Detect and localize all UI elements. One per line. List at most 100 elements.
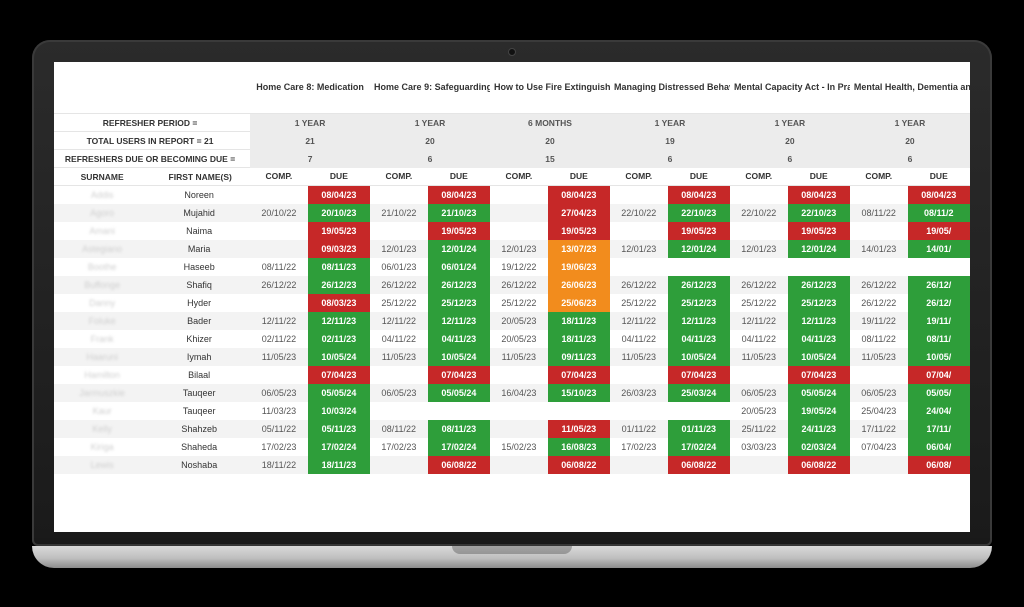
due-cell: 12/11/23: [428, 312, 490, 330]
due-cell: 09/11/23: [548, 348, 610, 366]
due-cell: 16/08/23: [548, 438, 610, 456]
period-cell: 6 MONTHS: [490, 114, 610, 132]
due-cell: 26/12/23: [308, 276, 370, 294]
course-header: How to Use Fire Extinguishers: [490, 62, 610, 114]
firstname-header[interactable]: FIRST NAME(S): [146, 168, 250, 186]
due-cell: 06/08/22: [788, 456, 850, 474]
due-header[interactable]: DUE: [548, 168, 610, 186]
due-cell: 19/05/23: [668, 222, 730, 240]
due-cell: 19/05/23: [308, 222, 370, 240]
completion-cell: 12/11/22: [730, 312, 788, 330]
table-row[interactable]: JarmuszkieTauqeer06/05/2305/05/2406/05/2…: [54, 384, 970, 402]
due-header[interactable]: DUE: [668, 168, 730, 186]
comp-header[interactable]: COMP.: [610, 168, 668, 186]
completion-cell: [490, 204, 548, 222]
due-cell: 07/04/23: [788, 366, 850, 384]
table-row[interactable]: LewisNoshaba18/11/2218/11/2306/08/2206/0…: [54, 456, 970, 474]
table-row[interactable]: AddisNoreen08/04/2308/04/2308/04/2308/04…: [54, 186, 970, 204]
surname-header[interactable]: SURNAME: [54, 168, 146, 186]
due-cell: 19/05/23: [428, 222, 490, 240]
comp-header[interactable]: COMP.: [250, 168, 308, 186]
due-cell: 08/04/23: [428, 186, 490, 204]
due-cell: 25/12/23: [668, 294, 730, 312]
course-header: Managing Distressed Behaviour: [610, 62, 730, 114]
completion-cell: 08/11/22: [850, 204, 908, 222]
completion-cell: 12/01/23: [730, 240, 788, 258]
completion-cell: [490, 456, 548, 474]
refresher-period-label: REFRESHER PERIOD =: [54, 114, 250, 132]
completion-cell: 04/11/22: [730, 330, 788, 348]
due-cell: 06/08/: [908, 456, 970, 474]
table-header: Home Care 8: Medication Home Care 9: Saf…: [54, 62, 970, 186]
due-cell: 10/05/24: [668, 348, 730, 366]
completion-cell: 11/05/23: [610, 348, 668, 366]
course-header: Mental Health, Dementia and Learning Dis…: [850, 62, 970, 114]
due-header[interactable]: DUE: [308, 168, 370, 186]
completion-cell: 04/11/22: [370, 330, 428, 348]
due-cell: 26/12/: [908, 294, 970, 312]
table-row[interactable]: AgoroMujahid20/10/2220/10/2321/10/2221/1…: [54, 204, 970, 222]
completion-cell: 25/12/22: [610, 294, 668, 312]
table-row[interactable]: BuffongeShafiq26/12/2226/12/2326/12/2226…: [54, 276, 970, 294]
table-row[interactable]: BootheHaseeb08/11/2208/11/2306/01/2306/0…: [54, 258, 970, 276]
comp-header[interactable]: COMP.: [370, 168, 428, 186]
completion-cell: 25/04/23: [850, 402, 908, 420]
due-cell: 19/06/23: [548, 258, 610, 276]
due-header[interactable]: DUE: [908, 168, 970, 186]
due-cell: 02/11/23: [308, 330, 370, 348]
table-row[interactable]: KaurTauqeer11/03/2310/03/2420/05/2319/05…: [54, 402, 970, 420]
completion-cell: [370, 186, 428, 204]
comp-header[interactable]: COMP.: [850, 168, 908, 186]
table-row[interactable]: HamiltonBilaal07/04/2307/04/2307/04/2307…: [54, 366, 970, 384]
due-cell: 08/04/23: [788, 186, 850, 204]
due-header[interactable]: DUE: [428, 168, 490, 186]
due-cell: 24/04/: [908, 402, 970, 420]
comp-header[interactable]: COMP.: [490, 168, 548, 186]
table-row[interactable]: DannyHyder08/03/2325/12/2225/12/2325/12/…: [54, 294, 970, 312]
completion-cell: 20/10/22: [250, 204, 308, 222]
due-header[interactable]: DUE: [788, 168, 850, 186]
completion-cell: [610, 186, 668, 204]
firstname-cell: Shafiq: [146, 276, 250, 294]
completion-cell: 17/02/23: [610, 438, 668, 456]
screen-content: Home Care 8: Medication Home Care 9: Saf…: [54, 62, 970, 532]
due-cell: 10/03/24: [308, 402, 370, 420]
due-cell: 08/03/23: [308, 294, 370, 312]
firstname-cell: Noshaba: [146, 456, 250, 474]
completion-cell: 16/04/23: [490, 384, 548, 402]
surname-cell: Lewis: [54, 456, 146, 474]
due-cell: 09/03/23: [308, 240, 370, 258]
due-cell: 12/11/23: [668, 312, 730, 330]
due-cell: 12/01/24: [428, 240, 490, 258]
completion-cell: [490, 222, 548, 240]
table-row[interactable]: KellyShahzeb05/11/2205/11/2308/11/2208/1…: [54, 420, 970, 438]
table-row[interactable]: HaaruniIymah11/05/2310/05/2411/05/2310/0…: [54, 348, 970, 366]
refreshers-due-row: REFRESHERS DUE OR BECOMING DUE = 7 6 15 …: [54, 150, 970, 168]
comp-header[interactable]: COMP.: [730, 168, 788, 186]
completion-cell: [610, 258, 668, 276]
table-row[interactable]: KirigaShaheda17/02/2317/02/2417/02/2317/…: [54, 438, 970, 456]
completion-cell: 25/12/22: [730, 294, 788, 312]
table-row[interactable]: FolukeBader12/11/2212/11/2312/11/2212/11…: [54, 312, 970, 330]
firstname-cell: Naima: [146, 222, 250, 240]
due-cell: 05/05/24: [788, 384, 850, 402]
due-cell: 17/11/: [908, 420, 970, 438]
completion-cell: 22/10/22: [610, 204, 668, 222]
table-row[interactable]: AstegianoMaria09/03/2312/01/2312/01/2412…: [54, 240, 970, 258]
period-cell: 1 YEAR: [730, 114, 850, 132]
refreshers-due-label: REFRESHERS DUE OR BECOMING DUE =: [54, 150, 250, 168]
table-row[interactable]: FrankKhizer02/11/2202/11/2304/11/2204/11…: [54, 330, 970, 348]
due-cell: 24/11/23: [788, 420, 850, 438]
completion-cell: 26/03/23: [610, 384, 668, 402]
completion-cell: 11/05/23: [850, 348, 908, 366]
completion-cell: 19/11/22: [850, 312, 908, 330]
completion-cell: 25/12/22: [490, 294, 548, 312]
due-cell: 08/11/2: [908, 204, 970, 222]
table-row[interactable]: AmaniNaima19/05/2319/05/2319/05/2319/05/…: [54, 222, 970, 240]
completion-cell: [610, 456, 668, 474]
completion-cell: 06/05/23: [730, 384, 788, 402]
due-cell: 02/03/24: [788, 438, 850, 456]
due-cell: [788, 258, 850, 276]
completion-cell: 20/05/23: [730, 402, 788, 420]
due-cell: 26/12/23: [668, 276, 730, 294]
